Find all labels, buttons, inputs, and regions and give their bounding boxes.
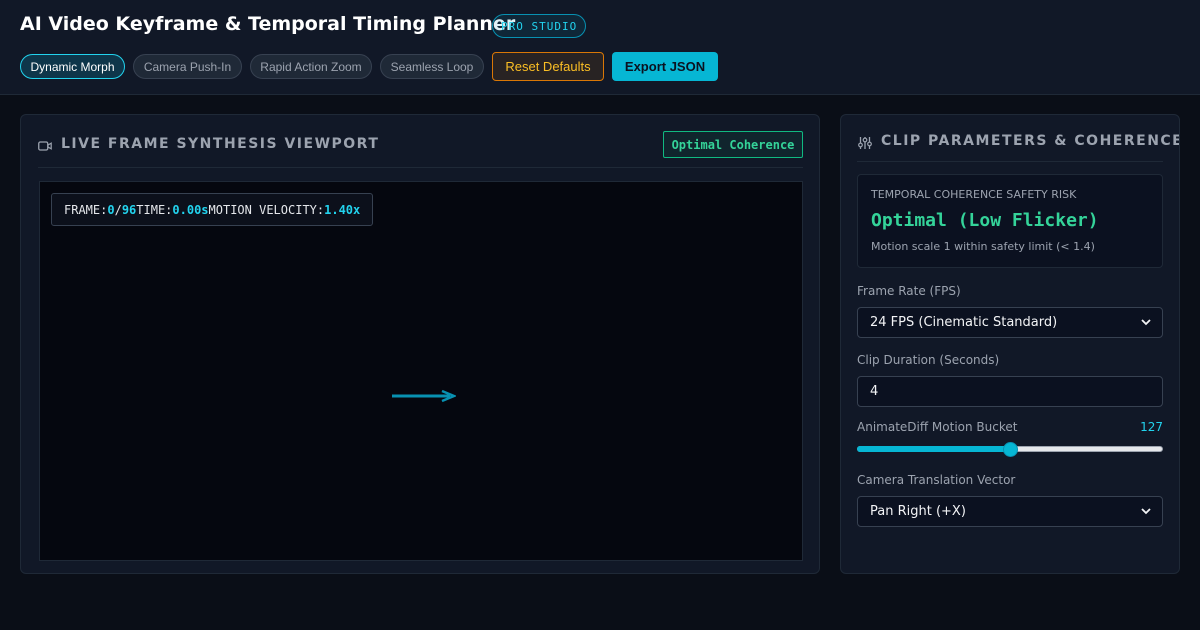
- risk-note: Motion scale 1 within safety limit (< 1.…: [871, 240, 1095, 253]
- frame-rate-label: Frame Rate (FPS): [857, 284, 961, 298]
- panel-divider: [857, 161, 1163, 162]
- hud-frame-current: 0: [107, 202, 115, 217]
- parameters-panel: CLIP PARAMETERS & COHERENCE TEMPORAL COH…: [840, 114, 1180, 574]
- app-title: AI Video Keyframe & Temporal Timing Plan…: [20, 13, 516, 35]
- camera-vector-label: Camera Translation Vector: [857, 473, 1016, 487]
- coherence-status-badge: Optimal Coherence: [663, 131, 803, 158]
- hud-frame-separator: /: [114, 202, 122, 217]
- app-header: AI Video Keyframe & Temporal Timing Plan…: [0, 0, 1200, 95]
- preset-seamless-loop-button[interactable]: Seamless Loop: [380, 54, 484, 79]
- motion-bucket-label: AnimateDiff Motion Bucket: [857, 420, 1018, 434]
- frame-synthesis-canvas[interactable]: FRAME: 0 / 96 TIME: 0.00s MOTION VELOCIT…: [39, 181, 804, 562]
- motion-bucket-slider[interactable]: [857, 442, 1163, 457]
- parameters-panel-title: CLIP PARAMETERS & COHERENCE: [881, 133, 1180, 149]
- risk-label: TEMPORAL COHERENCE SAFETY RISK: [871, 188, 1077, 201]
- hud-velocity-label: MOTION VELOCITY:: [208, 202, 325, 217]
- duration-label: Clip Duration (Seconds): [857, 353, 1000, 367]
- preset-camera-push-in-button[interactable]: Camera Push-In: [133, 54, 242, 79]
- perspective-grid: [40, 182, 804, 562]
- video-camera-icon: [38, 138, 52, 157]
- hud-frame-total: 96: [121, 202, 137, 217]
- preset-rapid-action-zoom-button[interactable]: Rapid Action Zoom: [250, 54, 372, 79]
- camera-vector-value: Pan Right (+X): [870, 504, 966, 519]
- hud-time-value: 0.00s: [172, 202, 209, 217]
- hud-velocity-value: 1.40x: [324, 202, 361, 217]
- arrow-right-icon: [392, 388, 458, 407]
- hud-frame-label: FRAME:: [64, 202, 108, 217]
- risk-value: Optimal (Low Flicker): [871, 210, 1099, 231]
- chevron-down-icon: [1140, 316, 1152, 332]
- panel-divider: [38, 167, 803, 168]
- viewport-panel-title: LIVE FRAME SYNTHESIS VIEWPORT: [61, 136, 380, 152]
- slider-fill: [857, 446, 1010, 452]
- coherence-risk-card: TEMPORAL COHERENCE SAFETY RISK Optimal (…: [857, 174, 1163, 268]
- duration-input[interactable]: 4: [857, 376, 1163, 407]
- viewport-panel: LIVE FRAME SYNTHESIS VIEWPORT Optimal Co…: [20, 114, 820, 574]
- frame-hud: FRAME: 0 / 96 TIME: 0.00s MOTION VELOCIT…: [51, 193, 374, 226]
- sliders-icon: [858, 135, 872, 154]
- preset-dynamic-morph-button[interactable]: Dynamic Morph: [20, 54, 125, 79]
- frame-rate-select[interactable]: 24 FPS (Cinematic Standard): [857, 307, 1163, 338]
- motion-bucket-value: 127: [1140, 420, 1163, 434]
- camera-vector-select[interactable]: Pan Right (+X): [857, 496, 1163, 527]
- reset-defaults-button[interactable]: Reset Defaults: [492, 52, 604, 81]
- slider-thumb[interactable]: [1003, 442, 1018, 457]
- export-json-button[interactable]: Export JSON: [612, 52, 718, 81]
- chevron-down-icon: [1140, 505, 1152, 521]
- frame-rate-value: 24 FPS (Cinematic Standard): [870, 315, 1058, 330]
- pro-studio-badge: PRO STUDIO: [492, 14, 587, 38]
- hud-time-label: TIME:: [136, 202, 173, 217]
